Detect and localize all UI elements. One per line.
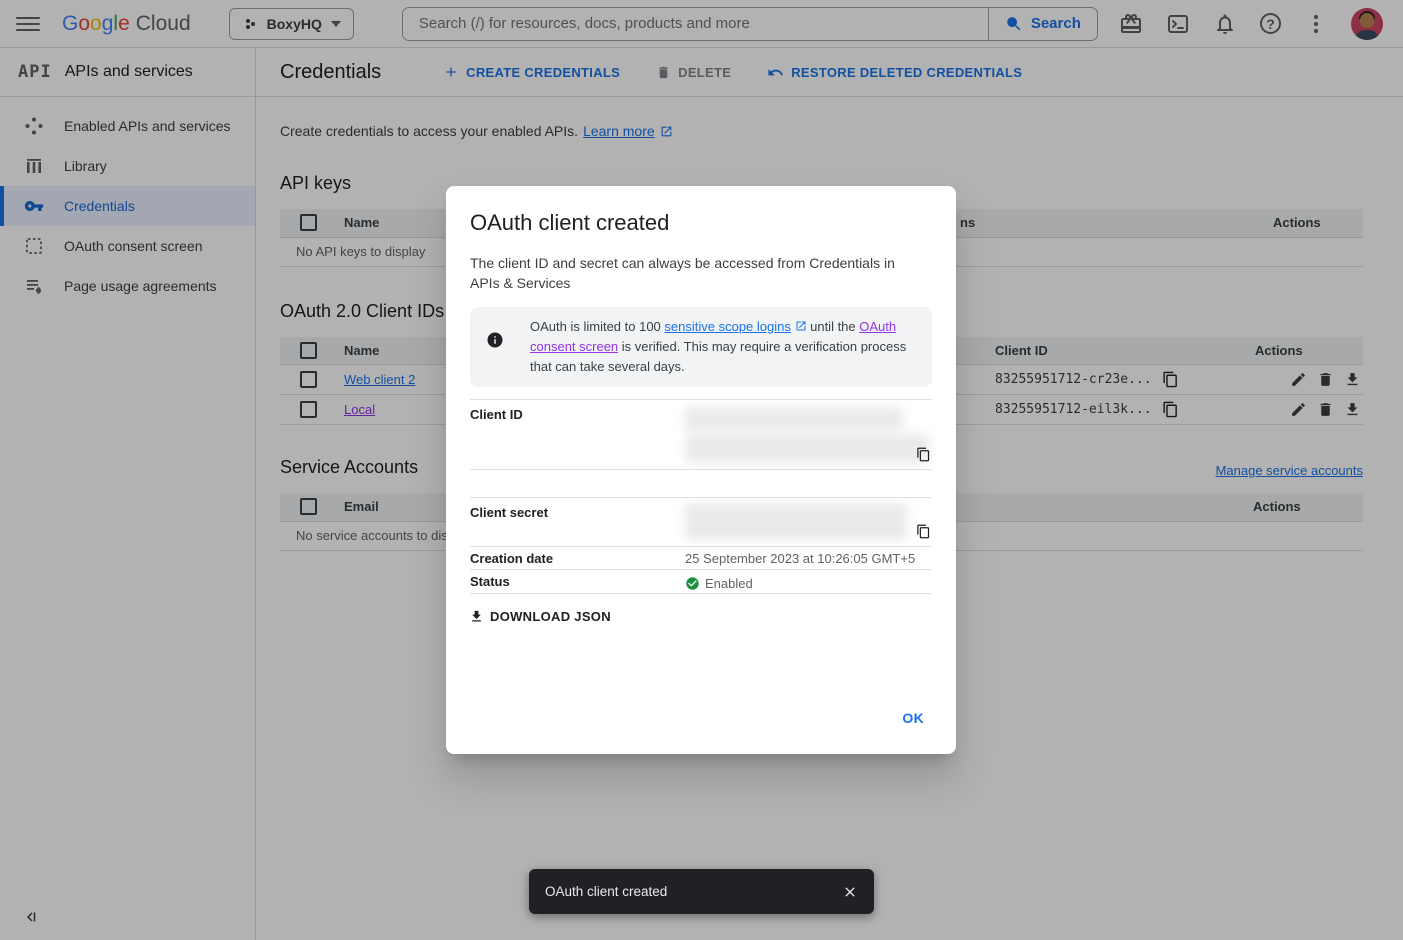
toast-snackbar: OAuth client created — [529, 869, 874, 914]
redacted-client-secret — [685, 503, 907, 540]
note-text: OAuth is limited to 100 sensitive scope … — [530, 317, 908, 377]
creation-date-value: 25 September 2023 at 10:26:05 GMT+5 — [685, 547, 932, 569]
toast-message: OAuth client created — [545, 884, 667, 899]
sensitive-scope-logins-link[interactable]: sensitive scope logins — [664, 319, 790, 334]
creation-date-label: Creation date — [470, 547, 685, 569]
redacted-client-id — [685, 407, 903, 432]
external-link-icon — [795, 320, 807, 332]
dialog-description: The client ID and secret can always be a… — [470, 253, 910, 293]
client-secret-value-redacted — [685, 498, 932, 546]
client-details: Client ID Client secret Creation date 25… — [470, 399, 932, 594]
dialog-title: OAuth client created — [470, 210, 932, 236]
redacted-client-id — [685, 434, 929, 463]
info-icon — [486, 331, 504, 349]
client-id-label: Client ID — [470, 400, 685, 469]
close-icon[interactable] — [842, 884, 858, 900]
oauth-client-created-dialog: OAuth client created The client ID and s… — [446, 186, 956, 754]
check-circle-icon — [685, 576, 700, 591]
oauth-limit-note: OAuth is limited to 100 sensitive scope … — [470, 307, 932, 387]
copy-client-id-icon[interactable] — [916, 447, 931, 462]
client-id-value-redacted — [685, 400, 932, 469]
download-icon — [469, 609, 484, 624]
status-value: Enabled — [705, 576, 753, 591]
copy-client-secret-icon[interactable] — [916, 524, 931, 539]
empty-row — [470, 470, 932, 498]
download-json-button[interactable]: DOWNLOAD JSON — [461, 605, 619, 628]
ok-button[interactable]: OK — [894, 704, 932, 732]
status-label: Status — [470, 570, 685, 593]
client-secret-label: Client secret — [470, 498, 685, 546]
